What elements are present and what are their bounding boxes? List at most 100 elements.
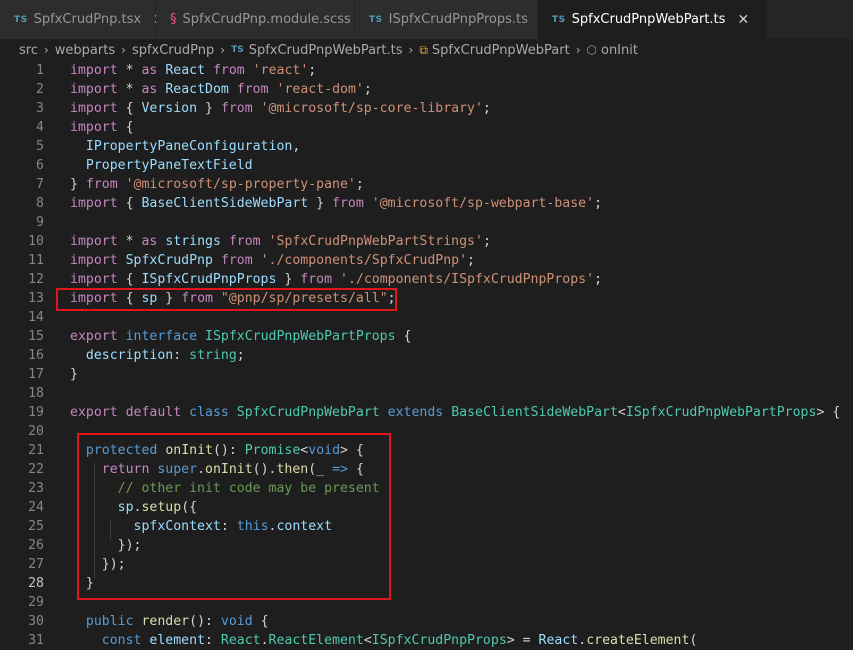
code-token: interface: [125, 329, 198, 344]
code-token: ,: [292, 139, 301, 154]
code-token: from: [212, 63, 245, 78]
code-token: export: [70, 329, 118, 344]
breadcrumb-item-method[interactable]: onInit: [601, 43, 638, 58]
tab-ispfxcrudpnpprops-ts[interactable]: TS ISpfxCrudPnpProps.ts: [355, 0, 538, 39]
tab-spfxcrudpnp-tsx[interactable]: TS SpfxCrudPnp.tsx ✕: [0, 0, 165, 39]
code-token: import: [70, 196, 118, 211]
code-token: void: [220, 614, 253, 629]
code-token: }: [308, 196, 333, 211]
code-token: '@microsoft/sp-webpart-base': [371, 196, 595, 211]
code-text: IPropertyPaneConfiguration,: [70, 137, 300, 156]
code-line[interactable]: 16 description: string;: [0, 346, 853, 365]
code-token: description: [85, 348, 174, 363]
code-line[interactable]: 5 IPropertyPaneConfiguration,: [0, 137, 853, 156]
chevron-right-icon: ›: [575, 43, 581, 57]
code-token: '@microsoft/sp-property-pane': [125, 177, 356, 192]
chevron-right-icon: ›: [408, 43, 414, 57]
tab-spfxcrudpnp-module-scss[interactable]: § SpfxCrudPnp.module.scss: [156, 0, 355, 39]
code-token: as: [141, 82, 158, 97]
code-line[interactable]: 6 PropertyPaneTextField: [0, 156, 853, 175]
code-token: > =: [506, 633, 539, 648]
line-number: 6: [36, 158, 44, 173]
code-token: IPropertyPaneConfiguration: [85, 139, 293, 154]
line-number: 26: [28, 538, 44, 553]
code-line[interactable]: 8 import { BaseClientSideWebPart } from '…: [0, 194, 853, 213]
code-token: {: [395, 329, 412, 344]
code-line[interactable]: 7} from '@microsoft/sp-property-pane';: [0, 175, 853, 194]
line-number: 31: [28, 633, 44, 648]
code-line[interactable]: 2 import * as ReactDom from 'react-dom';: [0, 80, 853, 99]
code-token: 'react': [252, 63, 309, 78]
code-line[interactable]: 12 import { ISpfxCrudPnpProps } from './c…: [0, 270, 853, 289]
code-token: './components/SpfxCrudPnp': [260, 253, 468, 268]
code-line[interactable]: 31 const element: React.ReactElement<ISp…: [0, 631, 853, 650]
code-line[interactable]: 15 export interface ISpfxCrudPnpWebPartPr…: [0, 327, 853, 346]
code-line[interactable]: 3 import { Version } from '@microsoft/sp-…: [0, 99, 853, 118]
code-line[interactable]: 10 import * as strings from 'SpfxCrudPnpW…: [0, 232, 853, 251]
line-number: 12: [28, 272, 44, 287]
code-token: const: [101, 633, 142, 648]
line-number: 29: [28, 595, 44, 610]
code-token: ReactElement: [268, 633, 364, 648]
line-number: 8: [36, 196, 44, 211]
code-token: default: [125, 405, 182, 420]
code-text: import SpfxCrudPnp from './components/Sp…: [70, 251, 475, 270]
code-editor[interactable]: 31 const element: React.ReactElement<ISp…: [0, 61, 853, 650]
close-icon[interactable]: ✕: [737, 12, 749, 28]
code-token: from: [85, 177, 118, 192]
code-line[interactable]: 4 import {: [0, 118, 853, 137]
code-line[interactable]: 30 public render(): void {: [0, 612, 853, 631]
code-token: .: [260, 633, 269, 648]
line-number: 5: [36, 139, 44, 154]
code-token: 'react-dom': [276, 82, 364, 97]
code-token: ():: [189, 614, 221, 629]
tab-label: ISpfxCrudPnpProps.ts: [388, 12, 528, 27]
code-line[interactable]: 11 import SpfxCrudPnp from './components/…: [0, 251, 853, 270]
breadcrumb-item-class[interactable]: SpfxCrudPnpWebPart: [432, 43, 570, 58]
tab-spfxcrudpnpwebpart-ts[interactable]: TS SpfxCrudPnpWebPart.ts ✕: [538, 0, 768, 39]
code-line[interactable]: 19 export default class SpfxCrudPnpWebPar…: [0, 403, 853, 422]
code-token: (: [689, 633, 698, 648]
code-token: ;: [236, 348, 245, 363]
breadcrumb-item-src[interactable]: src: [19, 43, 38, 58]
line-number: 15: [28, 329, 44, 344]
code-token: ;: [355, 177, 364, 192]
code-token: from: [300, 272, 333, 287]
class-symbol-icon: ⧉: [419, 42, 428, 57]
code-token: extends: [387, 405, 444, 420]
line-number: 17: [28, 367, 44, 382]
tab-label: SpfxCrudPnp.module.scss: [182, 12, 351, 27]
code-token: {: [117, 196, 142, 211]
code-line[interactable]: 18: [0, 384, 853, 403]
scss-file-icon: §: [170, 12, 177, 27]
code-line[interactable]: 9: [0, 213, 853, 232]
breadcrumb-item-file[interactable]: SpfxCrudPnpWebPart.ts: [249, 43, 403, 58]
line-number: 21: [28, 443, 44, 458]
breadcrumb-item-webparts[interactable]: webparts: [55, 43, 115, 58]
line-number: 19: [28, 405, 44, 420]
code-text: export default class SpfxCrudPnpWebPart …: [70, 403, 840, 422]
code-text: const element: React.ReactElement<ISpfxC…: [70, 631, 698, 650]
code-token: from: [236, 82, 269, 97]
line-number: 3: [36, 101, 44, 116]
code-token: from: [220, 101, 253, 116]
code-token: PropertyPaneTextField: [85, 158, 253, 173]
code-line[interactable]: 17}: [0, 365, 853, 384]
code-token: *: [117, 63, 142, 78]
method-symbol-icon: ⬡: [586, 43, 597, 57]
code-line[interactable]: 1 import * as React from 'react';: [0, 61, 853, 80]
code-token: import: [70, 63, 118, 78]
breadcrumb-item-spfxcrudpnp[interactable]: spfxCrudPnp: [132, 43, 214, 58]
line-number: 11: [28, 253, 44, 268]
